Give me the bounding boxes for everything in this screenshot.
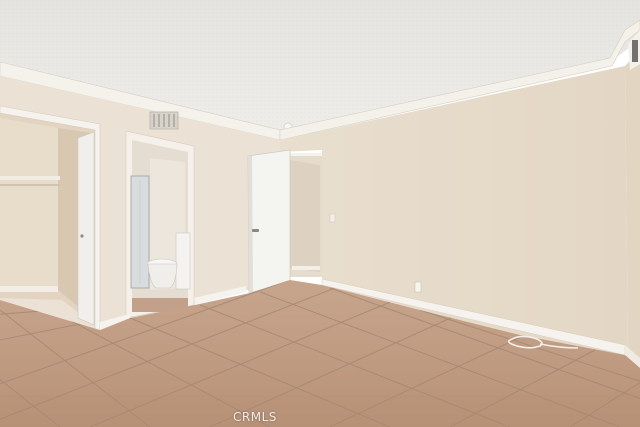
air-vent bbox=[149, 111, 179, 130]
closet bbox=[0, 105, 101, 331]
room-photo: CRMLS bbox=[0, 0, 640, 427]
watermark: CRMLS bbox=[233, 410, 277, 424]
door-handle bbox=[252, 229, 259, 232]
bathroom-doorway bbox=[125, 130, 195, 319]
closet-shelf bbox=[0, 176, 60, 180]
bedroom-door bbox=[247, 149, 291, 294]
hallway-opening bbox=[286, 153, 322, 277]
light-switch bbox=[329, 213, 336, 223]
closet-rod bbox=[0, 184, 60, 186]
wall-outlet bbox=[414, 281, 422, 293]
